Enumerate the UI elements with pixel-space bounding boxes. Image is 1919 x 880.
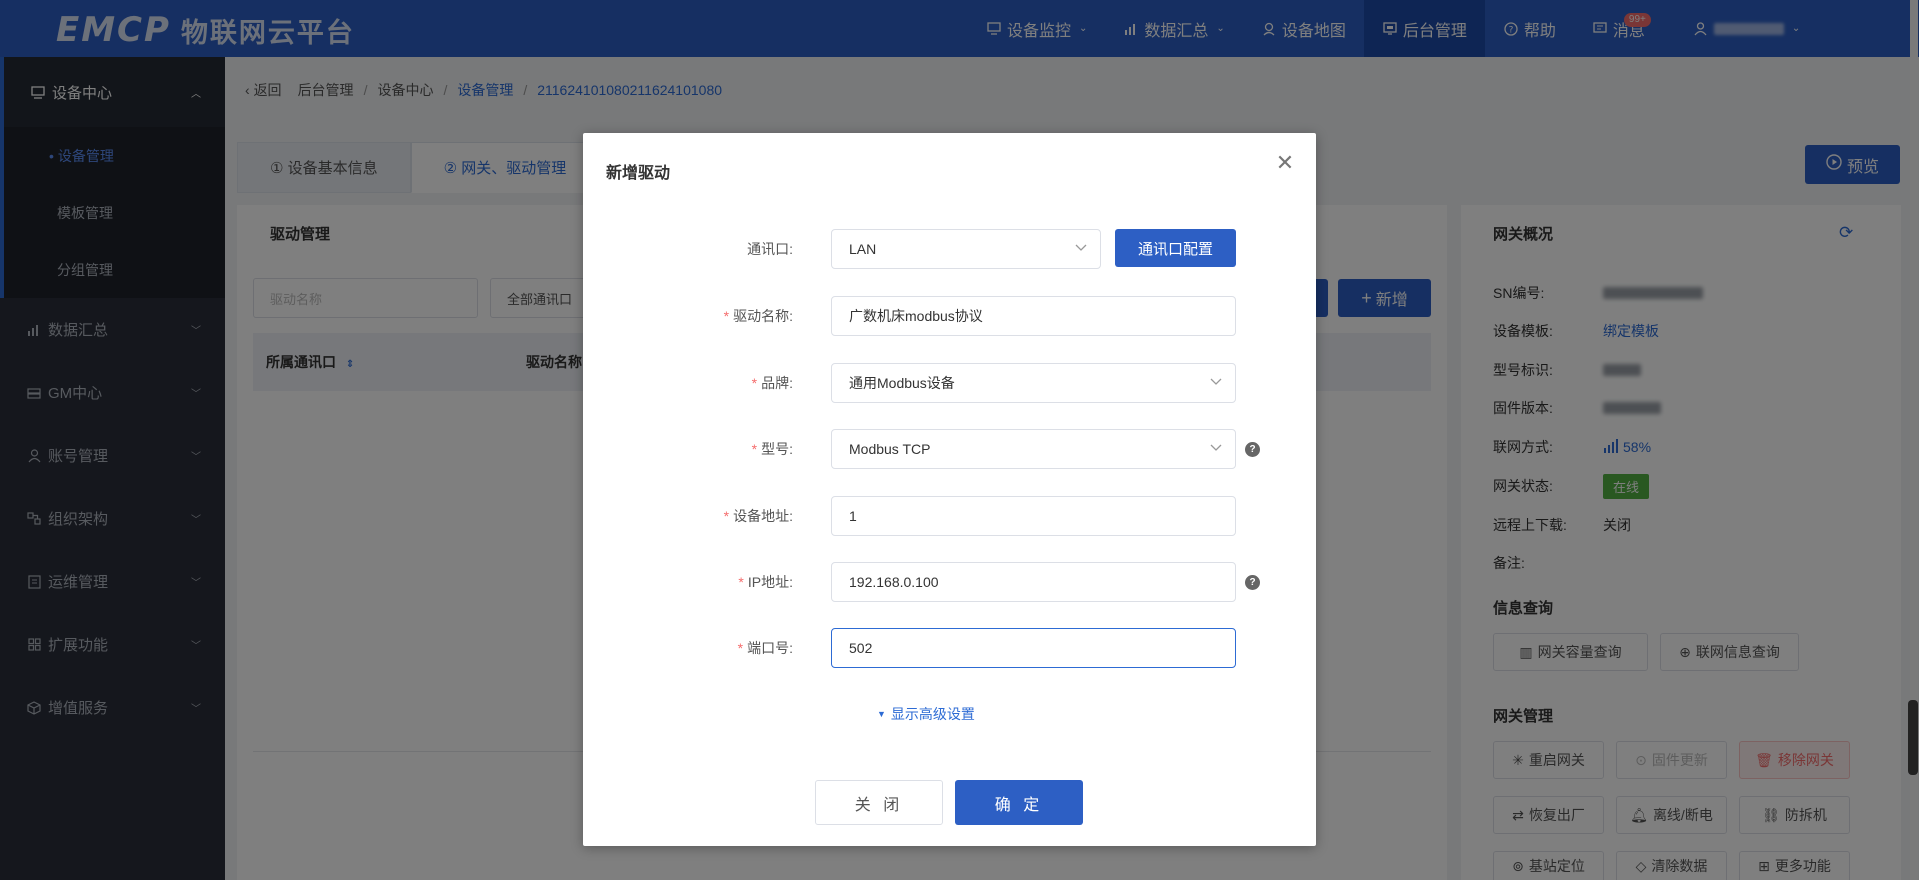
- select-value: 通用Modbus设备: [849, 375, 955, 391]
- required-mark: *: [737, 640, 744, 656]
- field-label: * 型号:: [752, 429, 793, 469]
- chevron-down-icon: [1209, 441, 1223, 455]
- brand-select[interactable]: 通用Modbus设备: [831, 363, 1236, 403]
- label-text: 设备地址:: [733, 508, 793, 524]
- select-value: LAN: [849, 241, 877, 257]
- field-label: * 设备地址:: [724, 496, 793, 536]
- required-mark: *: [723, 308, 730, 324]
- port-config-button[interactable]: 通讯口配置: [1115, 229, 1236, 267]
- label-text: 型号:: [761, 441, 793, 457]
- ip-address-input[interactable]: 192.168.0.100: [831, 562, 1236, 602]
- form-row-driver-name: * 驱动名称: 广数机床modbus协议: [583, 296, 1316, 336]
- help-icon[interactable]: ?: [1245, 442, 1260, 457]
- port-select[interactable]: LAN: [831, 229, 1101, 269]
- label-text: IP地址:: [747, 574, 793, 590]
- required-mark: *: [723, 508, 730, 524]
- show-advanced-settings-link[interactable]: ▼ 显示高级设置: [877, 704, 975, 724]
- dialog-title: 新增驱动: [606, 165, 671, 182]
- form-row-brand: * 品牌: 通用Modbus设备: [583, 363, 1316, 403]
- close-icon[interactable]: ✕: [1273, 150, 1297, 175]
- field-label: * 驱动名称:: [724, 296, 793, 336]
- form-row-port: 通讯口: LAN 通讯口配置: [583, 229, 1316, 269]
- chevron-down-icon: [1209, 375, 1223, 389]
- label-text: 品牌:: [761, 375, 793, 391]
- close-button[interactable]: 关 闭: [815, 780, 943, 825]
- caret-down-icon: ▼: [877, 709, 886, 719]
- driver-name-input[interactable]: 广数机床modbus协议: [831, 296, 1236, 336]
- link-label: 显示高级设置: [890, 706, 975, 722]
- field-label: * 品牌:: [752, 363, 793, 403]
- label-text: 驱动名称:: [733, 308, 793, 324]
- field-label: * IP地址:: [738, 562, 793, 602]
- device-address-input[interactable]: 1: [831, 496, 1236, 536]
- required-mark: *: [751, 375, 758, 391]
- model-select[interactable]: Modbus TCP: [831, 429, 1236, 469]
- form-row-model: * 型号: Modbus TCP ?: [583, 429, 1316, 469]
- add-driver-dialog: 新增驱动 ✕ 通讯口: LAN 通讯口配置 * 驱动名称: 广数机床modbus协…: [583, 133, 1316, 846]
- select-value: Modbus TCP: [849, 441, 931, 457]
- form-row-device-address: * 设备地址: 1: [583, 496, 1316, 536]
- label-text: 端口号:: [747, 640, 793, 656]
- field-label: * 端口号:: [738, 628, 793, 668]
- form-row-port-number: * 端口号: 502: [583, 628, 1316, 668]
- required-mark: *: [751, 441, 758, 457]
- field-label: 通讯口:: [747, 241, 793, 257]
- port-number-input[interactable]: 502: [831, 628, 1236, 668]
- confirm-button[interactable]: 确 定: [955, 780, 1083, 825]
- chevron-down-icon: [1074, 241, 1088, 255]
- help-icon[interactable]: ?: [1245, 575, 1260, 590]
- required-mark: *: [738, 574, 744, 590]
- form-row-ip: * IP地址: 192.168.0.100 ?: [583, 562, 1316, 602]
